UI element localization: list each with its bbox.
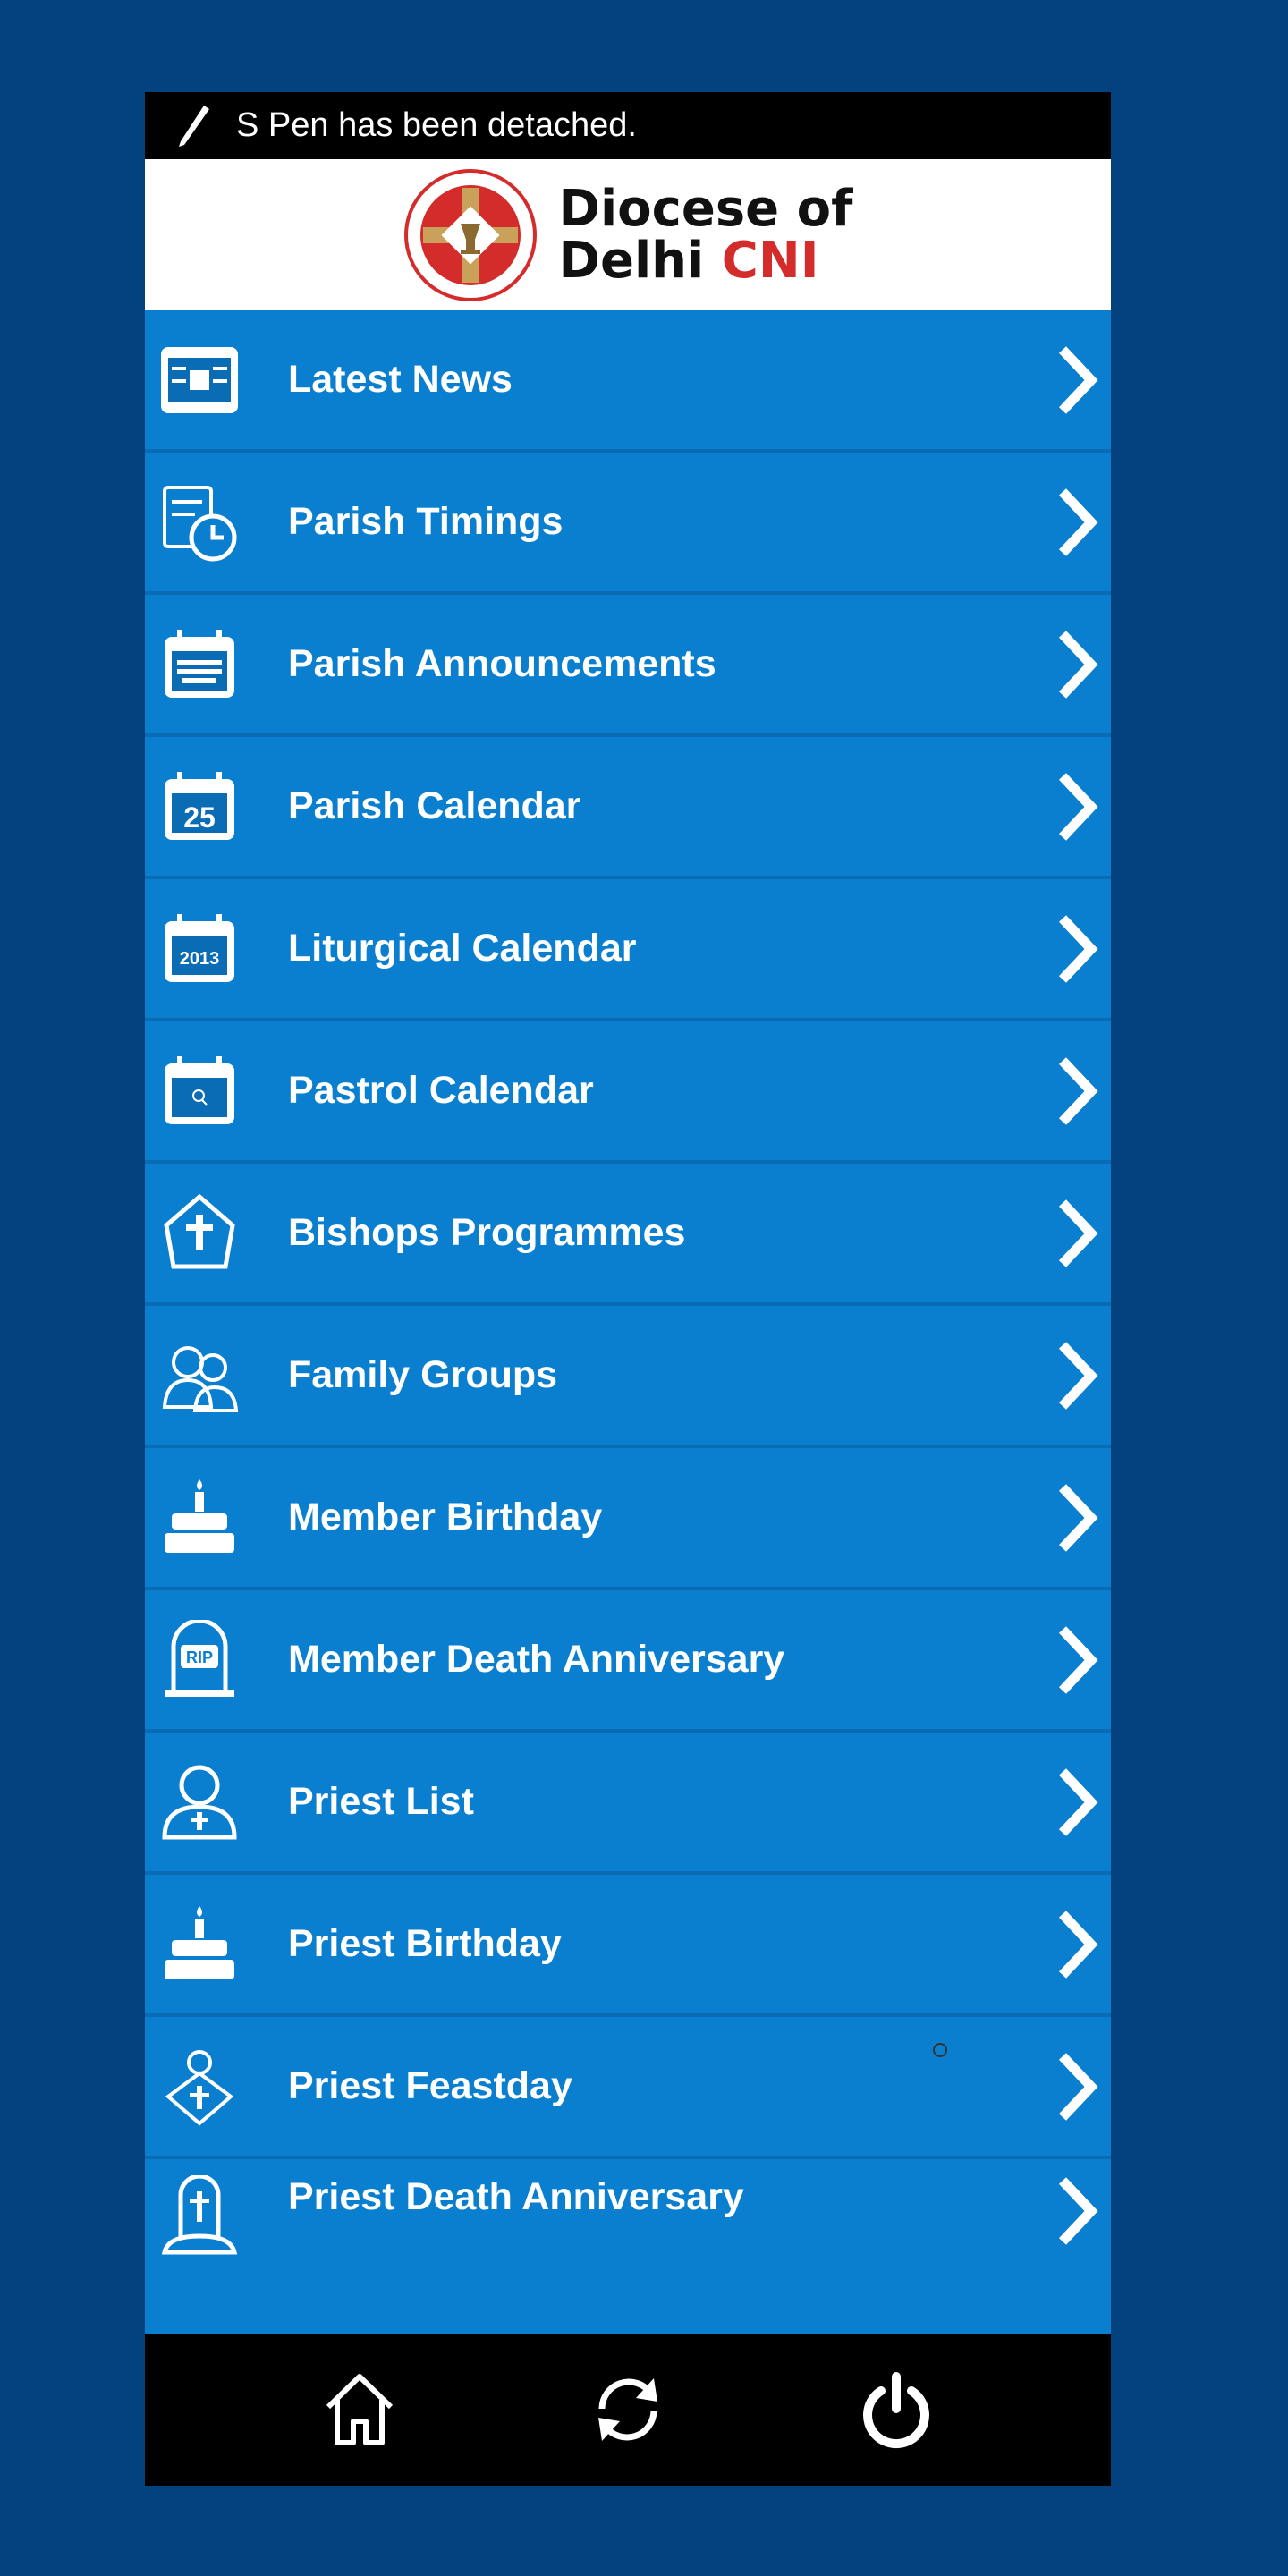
menu-item-label: Parish Calendar (288, 784, 581, 827)
logo-line2: Delhi (558, 231, 705, 290)
menu-item-label: Family Groups (288, 1353, 558, 1396)
menu-item-priest-list[interactable]: Priest List (145, 1733, 1111, 1875)
chevron-right-icon (1058, 1910, 1098, 1979)
menu-item-label: Pastrol Calendar (288, 1069, 594, 1112)
pen-icon (179, 105, 209, 147)
status-bar: S Pen has been detached. (145, 92, 1111, 159)
menu-item-priest-birthday[interactable]: Priest Birthday (145, 1875, 1111, 2017)
menu-item-parish-calendar[interactable]: 25 Parish Calendar (145, 737, 1111, 879)
schedule-clock-icon (159, 482, 240, 563)
calendar-25-icon: 25 (159, 767, 240, 847)
newspaper-icon (159, 340, 240, 420)
menu-item-priest-death-anniversary[interactable]: Priest Death Anniversary (145, 2159, 1111, 2334)
menu-item-label: Latest News (288, 358, 513, 401)
menu-item-priest-feastday[interactable]: Priest Feastday (145, 2017, 1111, 2159)
refresh-icon[interactable] (588, 2369, 668, 2450)
menu-item-member-birthday[interactable]: Member Birthday (145, 1448, 1111, 1590)
chevron-right-icon (1058, 487, 1098, 556)
birthday-cake-icon (159, 1904, 240, 1985)
svg-text:25: 25 (183, 801, 216, 834)
svg-text:2013: 2013 (180, 949, 220, 969)
chevron-right-icon (1058, 914, 1098, 983)
chevron-right-icon (1058, 772, 1098, 841)
menu-item-label: Priest Death Anniversary (288, 2175, 744, 2218)
menu-item-parish-timings[interactable]: Parish Timings (145, 453, 1111, 595)
logo-accent: CNI (721, 231, 819, 290)
calendar-2013-icon: 2013 (159, 909, 240, 989)
mitre-icon (159, 1193, 240, 1274)
chevron-right-icon (1058, 2177, 1098, 2245)
diocese-logo-text: Diocese of Delhi CNI (558, 179, 853, 290)
menu-item-label: Priest List (288, 1780, 474, 1823)
menu-item-parish-announcements[interactable]: Parish Announcements (145, 595, 1111, 737)
menu-item-label: Liturgical Calendar (288, 927, 637, 970)
chevron-right-icon (1058, 1767, 1098, 1836)
calendar-search-icon (159, 1051, 240, 1131)
svg-text:RIP: RIP (186, 1648, 213, 1666)
notification-text: S Pen has been detached. (236, 106, 637, 144)
priest-feast-icon (159, 2046, 240, 2127)
chevron-right-icon (1058, 1483, 1098, 1552)
chevron-right-icon (1058, 1199, 1098, 1267)
touch-indicator (933, 2043, 947, 2057)
chevron-right-icon (1058, 1625, 1098, 1694)
menu-item-label: Member Birthday (288, 1496, 603, 1538)
menu-item-label: Parish Timings (288, 500, 564, 543)
bottom-bar (145, 2334, 1111, 2486)
menu-item-family-groups[interactable]: Family Groups (145, 1306, 1111, 1448)
app-header: Diocese of Delhi CNI (145, 159, 1111, 310)
chevron-right-icon (1058, 2052, 1098, 2121)
app-screen: S Pen has been detached. Diocese of Delh… (145, 92, 1111, 2486)
rip-tombstone-icon: RIP (159, 1619, 240, 1700)
menu-item-pastrol-calendar[interactable]: Pastrol Calendar (145, 1021, 1111, 1164)
chevron-right-icon (1058, 630, 1098, 699)
chevron-right-icon (1058, 1056, 1098, 1125)
calendar-grid-icon (159, 624, 240, 705)
power-icon[interactable] (856, 2369, 936, 2450)
chevron-right-icon (1058, 1341, 1098, 1410)
diocese-seal-logo (403, 168, 537, 301)
menu-item-label: Priest Birthday (288, 1922, 562, 1965)
cross-tombstone-icon (159, 2175, 240, 2256)
logo-line1: Diocese of (558, 179, 853, 238)
family-icon (159, 1335, 240, 1416)
menu-item-liturgical-calendar[interactable]: 2013 Liturgical Calendar (145, 879, 1111, 1021)
menu-item-label: Bishops Programmes (288, 1211, 686, 1254)
menu-item-member-death-anniversary[interactable]: RIP Member Death Anniversary (145, 1590, 1111, 1733)
home-icon[interactable] (319, 2369, 400, 2450)
priest-icon (159, 1762, 240, 1843)
menu-item-latest-news[interactable]: Latest News (145, 310, 1111, 453)
chevron-right-icon (1058, 345, 1098, 414)
menu-item-label: Member Death Anniversary (288, 1638, 785, 1681)
menu-item-label: Priest Feastday (288, 2064, 572, 2107)
menu-item-label: Parish Announcements (288, 642, 716, 685)
birthday-cake-icon (159, 1478, 240, 1558)
main-menu: Latest News Parish Timings Parish Announ… (145, 310, 1111, 2334)
menu-item-bishops-programmes[interactable]: Bishops Programmes (145, 1164, 1111, 1306)
